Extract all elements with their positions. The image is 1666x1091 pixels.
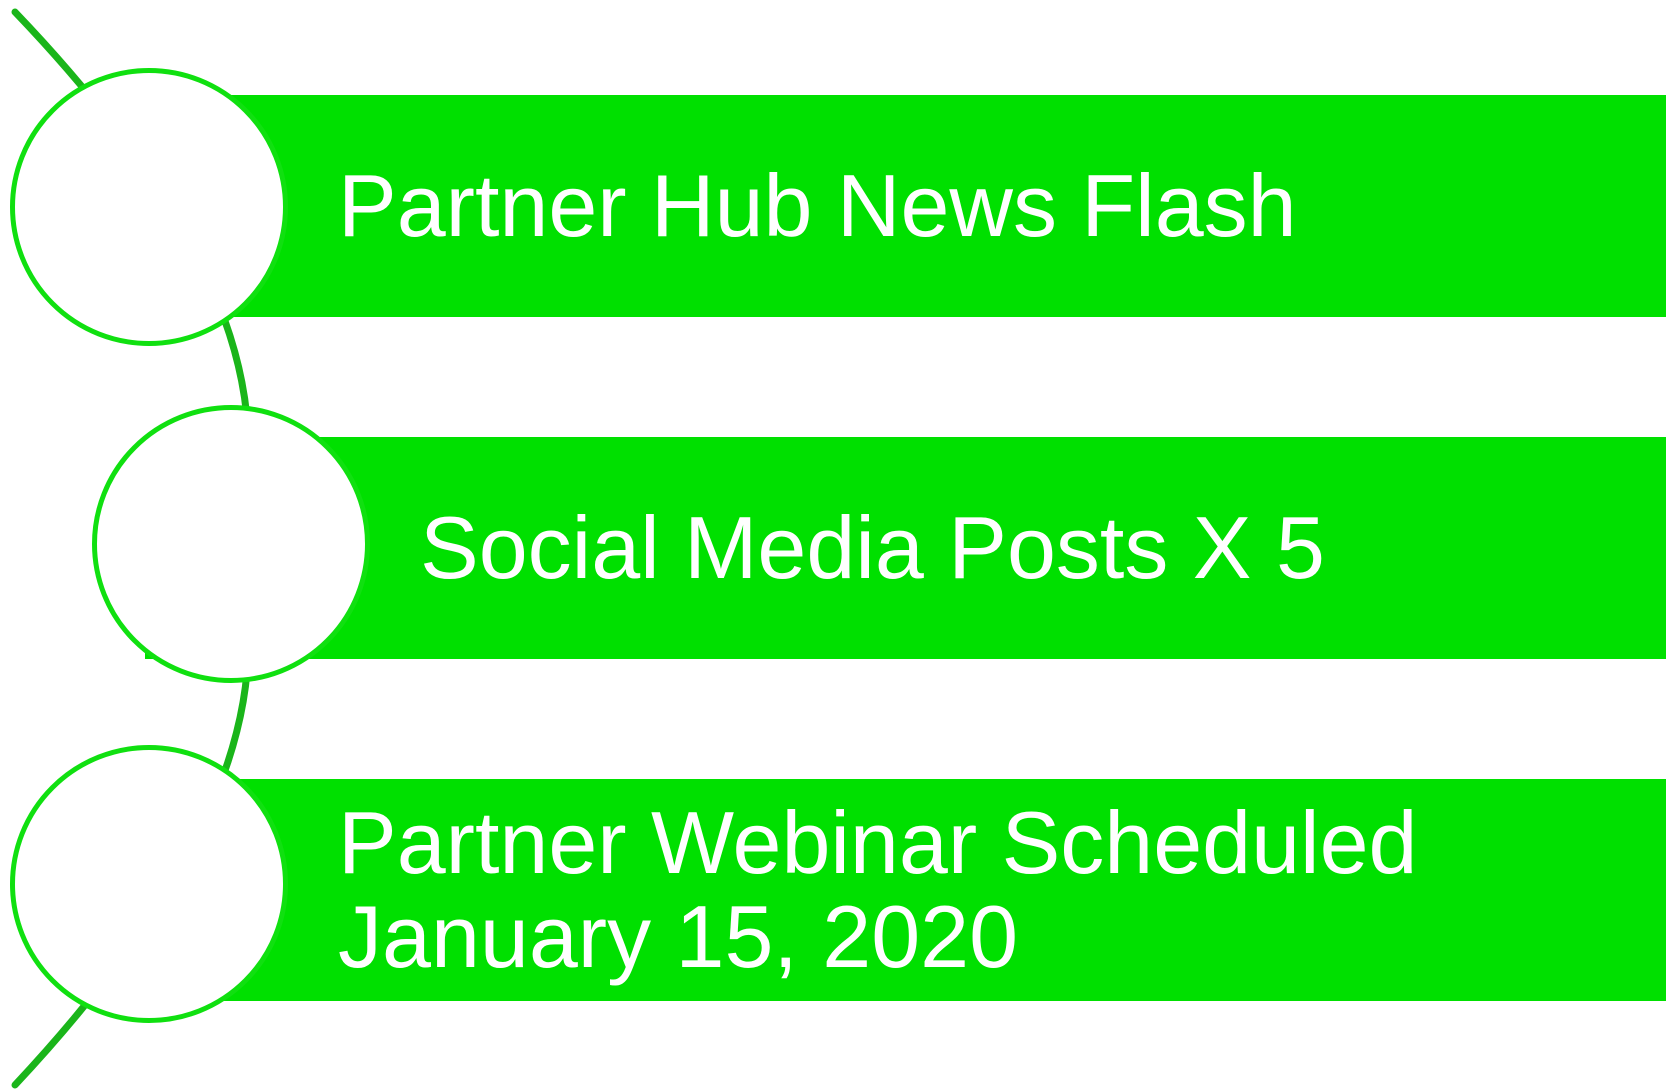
item-node-3 [10, 745, 288, 1023]
item-node-2 [92, 405, 370, 683]
vertical-circle-list-diagram: Partner Hub News Flash Social Media Post… [0, 0, 1666, 1091]
item-1-label: Partner Hub News Flash [338, 156, 1297, 255]
item-2-label: Social Media Posts X 5 [420, 498, 1325, 597]
item-3-label-line-1: Partner Webinar Scheduled [338, 793, 1418, 892]
item-node-1 [10, 68, 288, 346]
item-3-label: Partner Webinar Scheduled January 15, 20… [338, 796, 1417, 984]
item-3-label-line-2: January 15, 2020 [338, 887, 1019, 986]
